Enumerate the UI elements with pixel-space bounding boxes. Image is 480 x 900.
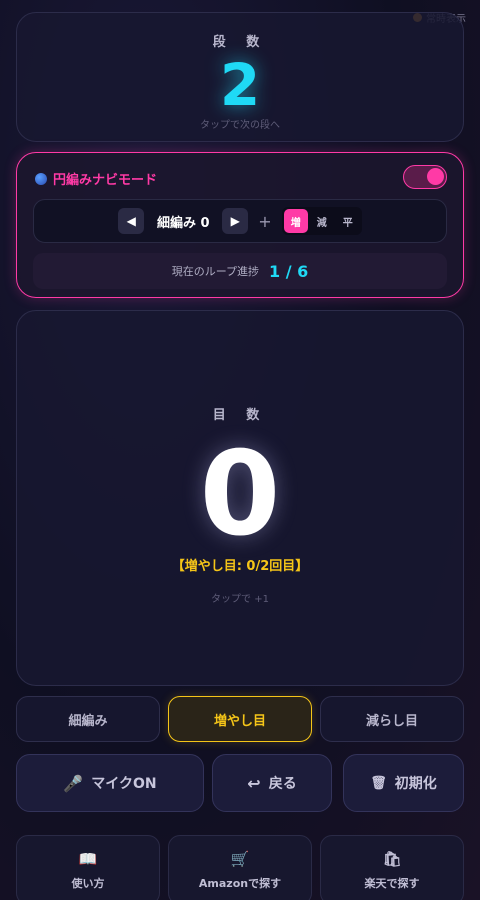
decrease-stitch-button[interactable]: 減らし目 [320, 696, 464, 742]
stitch-selector-row: ◀ 細編み 0 ▶ + 増 減 平 [33, 199, 447, 243]
loop-progress-row: 現在のループ進捗 1 / 6 [33, 253, 447, 289]
prev-stitch-button[interactable]: ◀ [118, 208, 145, 234]
rakuten-search-button[interactable]: 🛍 楽天で探す [320, 835, 464, 900]
stitch-counter-label: 目 数 [212, 408, 268, 423]
row-counter-hint: タップで次の段へ [200, 120, 280, 131]
shopping-bag-icon: 🛍 [382, 850, 402, 868]
increase-progress-text: 【増やし目: 0/2回目】 [171, 559, 309, 574]
mode-increase-button[interactable]: 増 [283, 209, 308, 233]
plus-icon: + [258, 211, 272, 231]
back-button-label: 戻る [268, 776, 297, 792]
how-to-use-button[interactable]: 📖 使い方 [16, 835, 160, 900]
yarn-ball-icon [35, 172, 47, 185]
how-to-use-label: 使い方 [71, 877, 105, 890]
next-stitch-button[interactable]: ▶ [222, 208, 249, 234]
mic-button-label: マイクON [91, 776, 157, 792]
stitch-counter-value: 0 [199, 427, 281, 562]
mode-decrease-button[interactable]: 減 [310, 209, 334, 233]
stitch-counter-hint: タップで +1 [211, 594, 269, 605]
loop-progress-label: 現在のループ進捗 [171, 265, 260, 278]
mode-selector: 増 減 平 [281, 207, 362, 235]
cart-icon: 🛒 [230, 850, 250, 868]
row-counter-card[interactable]: 段 数 2 タップで次の段へ [16, 12, 464, 142]
trash-icon: 🗑 [370, 775, 387, 791]
microphone-icon: 🎤 [63, 773, 84, 793]
triangle-left-icon: ◀ [126, 214, 136, 228]
row-counter-value: 2 [219, 51, 261, 119]
triangle-right-icon: ▶ [230, 214, 240, 228]
increase-stitch-button[interactable]: 増やし目 [168, 696, 312, 742]
stitch-counter-card[interactable]: 目 数 0 【増やし目: 0/2回目】 タップで +1 [16, 310, 464, 686]
rakuten-search-label: 楽天で探す [364, 877, 420, 890]
amazon-search-label: Amazonで探す [198, 877, 282, 890]
round-nav-card: 円編みナビモード ◀ 細編み 0 ▶ + 増 減 平 現在のループ進捗 1 / … [16, 152, 464, 298]
row-counter-label: 段 数 [212, 35, 268, 50]
amazon-search-button[interactable]: 🛒 Amazonで探す [168, 835, 312, 900]
mic-button[interactable]: 🎤 マイクON [16, 754, 204, 812]
back-button[interactable]: ↩ 戻る [212, 754, 332, 812]
toggle-knob [427, 168, 444, 185]
book-icon: 📖 [78, 850, 98, 868]
single-crochet-button[interactable]: 細編み [16, 696, 160, 742]
mode-flat-button[interactable]: 平 [336, 209, 360, 233]
reset-button-label: 初期化 [394, 776, 437, 792]
round-nav-title: 円編みナビモード [53, 173, 158, 188]
round-nav-header: 円編みナビモード [35, 169, 157, 188]
undo-icon: ↩ [247, 773, 261, 793]
round-nav-toggle[interactable] [403, 165, 447, 189]
loop-progress-value: 1 / 6 [269, 261, 309, 281]
reset-button[interactable]: 🗑 初期化 [343, 754, 464, 812]
current-stitch-label: 細編み 0 [157, 215, 210, 231]
